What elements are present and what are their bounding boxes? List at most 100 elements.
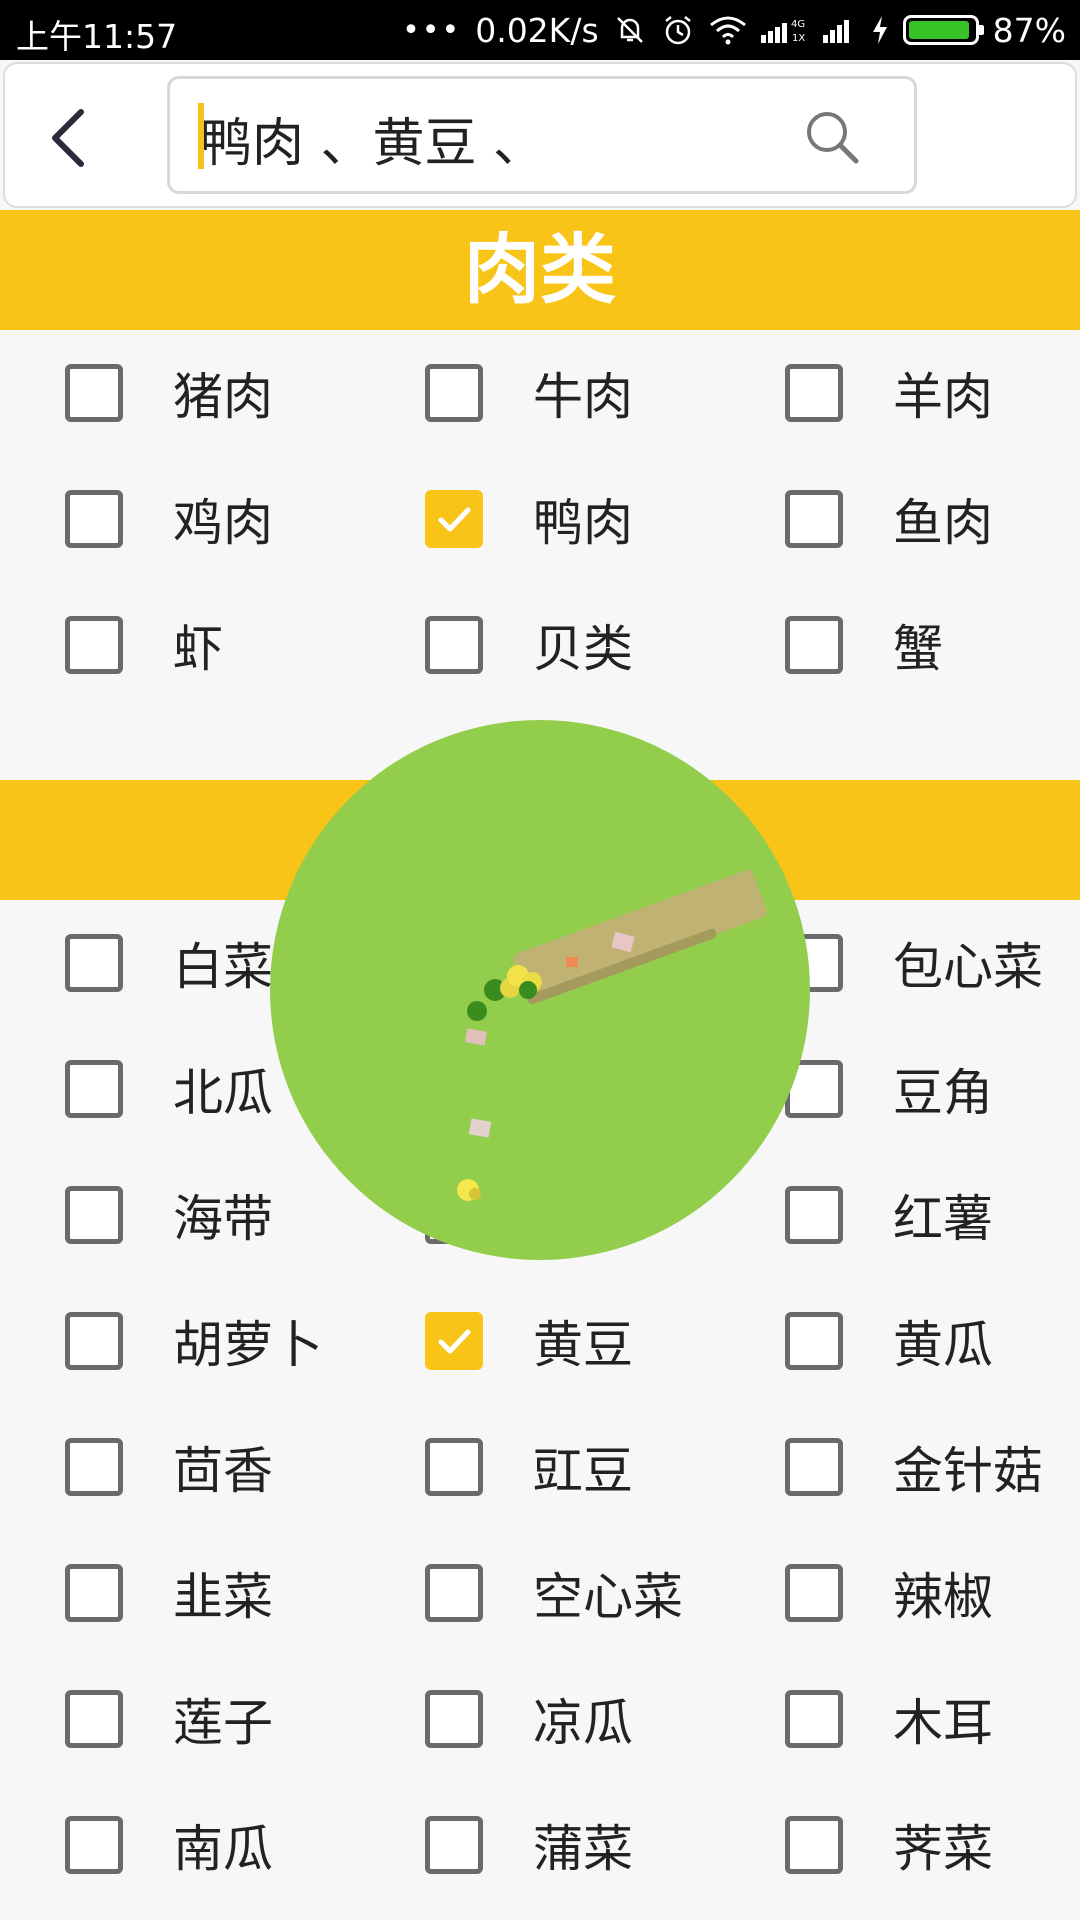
checkbox[interactable] [65,1564,123,1622]
checkbox[interactable] [785,1186,843,1244]
check-icon [438,507,471,532]
checkbox[interactable] [785,1438,843,1496]
vegetable-item[interactable]: 白菜 [65,923,273,1003]
back-arrow-icon [52,109,84,167]
vegetable-label: 莲子 [173,1694,273,1752]
checkbox[interactable] [785,616,843,674]
vegetable-label: 北瓜 [173,1064,273,1122]
checkbox-checked[interactable] [425,1312,483,1370]
checkbox[interactable] [425,1816,483,1874]
network-speed: 0.02K/s [475,10,599,50]
checkbox[interactable] [65,490,123,548]
battery-icon [902,15,984,45]
svg-text:1X: 1X [792,33,805,44]
meat-item[interactable]: 虾 [65,605,223,685]
checkbox[interactable] [785,1816,843,1874]
meat-item[interactable]: 羊肉 [785,353,993,433]
meat-item[interactable]: 猪肉 [65,353,273,433]
vegetable-label: 包心菜 [893,938,1043,996]
search-input-value: 鸭肉 、黄豆 、 [200,114,546,174]
vegetable-item[interactable]: 红薯 [785,1175,993,1255]
vegetable-label: 南瓜 [173,1820,273,1878]
checkbox[interactable] [65,616,123,674]
vegetable-label: 红薯 [893,1190,993,1248]
checkbox[interactable] [425,1690,483,1748]
vegetable-item[interactable]: 凉瓜 [425,1679,633,1759]
vegetable-label: 木耳 [893,1694,993,1752]
search-icon[interactable] [802,107,862,167]
meat-item[interactable]: 鸭肉 [425,479,633,559]
checkbox[interactable] [65,934,123,992]
checkbox[interactable] [65,364,123,422]
checkbox[interactable] [785,1690,843,1748]
meat-label: 虾 [173,620,223,678]
vegetable-item[interactable]: 莲子 [65,1679,273,1759]
meat-label: 羊肉 [893,368,993,426]
vegetable-item[interactable]: 空心菜 [425,1553,683,1633]
check-icon [438,1329,471,1354]
checkbox[interactable] [65,1312,123,1370]
vegetable-item[interactable]: 北瓜 [65,1049,273,1129]
checkbox[interactable] [65,1060,123,1118]
checkbox-checked[interactable] [425,490,483,548]
battery-percent: 87% [992,10,1066,50]
checkbox[interactable] [425,1438,483,1496]
vegetable-item[interactable]: 黄豆 [425,1301,633,1381]
meat-label: 猪肉 [173,368,273,426]
vegetable-item[interactable]: 金针菇 [785,1427,1043,1507]
checkbox[interactable] [425,364,483,422]
meat-label: 牛肉 [533,368,633,426]
vegetable-item[interactable]: 木耳 [785,1679,993,1759]
vegetable-label: 黄豆 [533,1316,633,1374]
vegetable-item[interactable]: 包心菜 [785,923,1043,1003]
vegetable-item[interactable]: 豇豆 [425,1427,633,1507]
checkbox[interactable] [65,1438,123,1496]
checkbox[interactable] [425,1564,483,1622]
checkbox[interactable] [785,364,843,422]
meat-label: 鱼肉 [893,494,993,552]
cooking-illustration [457,870,767,1201]
signal-icon-2 [822,20,849,43]
vegetable-item[interactable]: 黄瓜 [785,1301,993,1381]
vegetable-label: 海带 [173,1190,273,1248]
vegetable-item[interactable]: 辣椒 [785,1553,993,1633]
vegetable-label: 茴香 [173,1442,273,1500]
vegetable-label: 空心菜 [533,1568,683,1626]
checkbox[interactable] [65,1186,123,1244]
checkbox[interactable] [425,616,483,674]
meat-item[interactable]: 鱼肉 [785,479,993,559]
signal-icon: 4G 1X [760,19,805,44]
checkbox[interactable] [785,490,843,548]
top-bar: 鸭肉 、黄豆 、 [3,62,1077,208]
vegetable-item[interactable]: 豆角 [785,1049,993,1129]
section-header-meat: 肉类 [0,210,1080,330]
vegetable-item[interactable]: 韭菜 [65,1553,273,1633]
charging-icon [872,16,887,44]
vegetable-label: 辣椒 [893,1568,993,1626]
vegetable-item[interactable]: 茴香 [65,1427,273,1507]
vegetable-item[interactable]: 荠菜 [785,1805,993,1885]
meat-item[interactable]: 鸡肉 [65,479,273,559]
vegetable-label: 凉瓜 [533,1694,633,1752]
vegetable-item[interactable]: 胡萝卜 [65,1301,323,1381]
meat-item[interactable]: 蟹 [785,605,943,685]
status-bar: 上午11:57 ••• 0.02K/s 4G 1X 87% [0,0,1080,60]
vegetable-label: 白菜 [173,938,273,996]
cooking-animation [270,720,810,1260]
vegetable-label: 金针菇 [893,1442,1043,1500]
more-notifications-icon: ••• [402,12,462,48]
alarm-icon [664,16,691,45]
vegetable-item[interactable]: 南瓜 [65,1805,273,1885]
meat-item[interactable]: 牛肉 [425,353,633,433]
search-input[interactable]: 鸭肉 、黄豆 、 [167,76,917,194]
vegetable-label: 韭菜 [173,1568,273,1626]
checkbox[interactable] [65,1816,123,1874]
checkbox[interactable] [785,1312,843,1370]
back-button[interactable] [45,108,95,168]
checkbox[interactable] [785,1564,843,1622]
meat-label: 蟹 [893,620,943,678]
vegetable-item[interactable]: 海带 [65,1175,273,1255]
checkbox[interactable] [65,1690,123,1748]
vegetable-item[interactable]: 蒲菜 [425,1805,633,1885]
meat-item[interactable]: 贝类 [425,605,633,685]
